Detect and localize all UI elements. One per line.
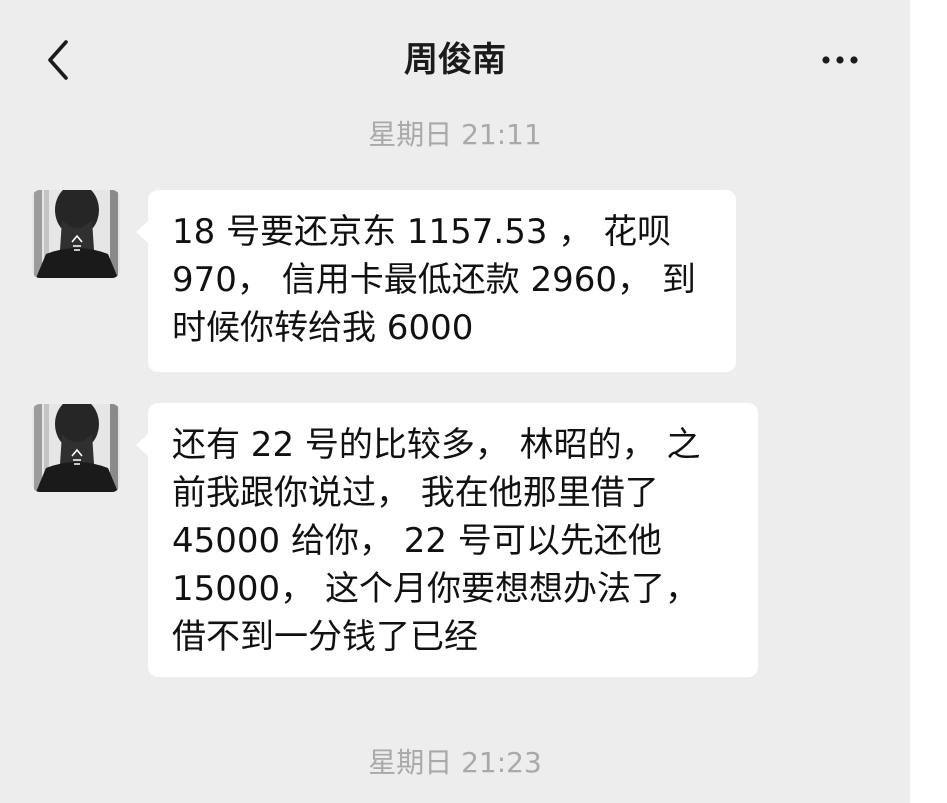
chevron-left-icon [38,36,82,84]
message-text-line: 借不到一分钱了已经 [172,617,478,657]
more-horizontal-icon [812,56,868,80]
message-bubble[interactable]: 18 号要还京东 1157.53 ， 花呗 970， 信用卡最低还款 2960，… [136,190,736,372]
message-text-line: 前我跟你说过， 我在他那里借了 [172,473,659,513]
message-text-line: 15000， 这个月你要想想办法了， [172,569,699,609]
message-text-line: 时候你转给我 6000 [172,308,474,348]
message-text-line: 970， 信用卡最低还款 2960， 到 [172,260,696,300]
message-text-line: 还有 22 号的比较多， 林昭的， 之 [172,425,701,465]
message-text-line: 45000 给你， 22 号可以先还他 [172,521,662,561]
message-timestamp: 星期日 21:23 [368,746,542,779]
contact-avatar[interactable] [32,190,120,278]
nav-bar: 周俊南 [0,0,910,118]
message-timestamp: 星期日 21:11 [368,118,542,151]
contact-avatar[interactable] [32,404,120,492]
message-text-line: 18 号要还京东 1157.53 ， 花呗 [172,212,672,252]
chat-screen: 周俊南 星期日 21:11 18 号要还京东 1157.53 ， 花呗 970，… [0,0,910,803]
message-bubble[interactable]: 还有 22 号的比较多， 林昭的， 之 前我跟你说过， 我在他那里借了 4500… [136,403,758,677]
back-button[interactable] [38,36,82,84]
more-options-button[interactable] [812,44,868,76]
chat-title: 周俊南 [404,40,506,80]
